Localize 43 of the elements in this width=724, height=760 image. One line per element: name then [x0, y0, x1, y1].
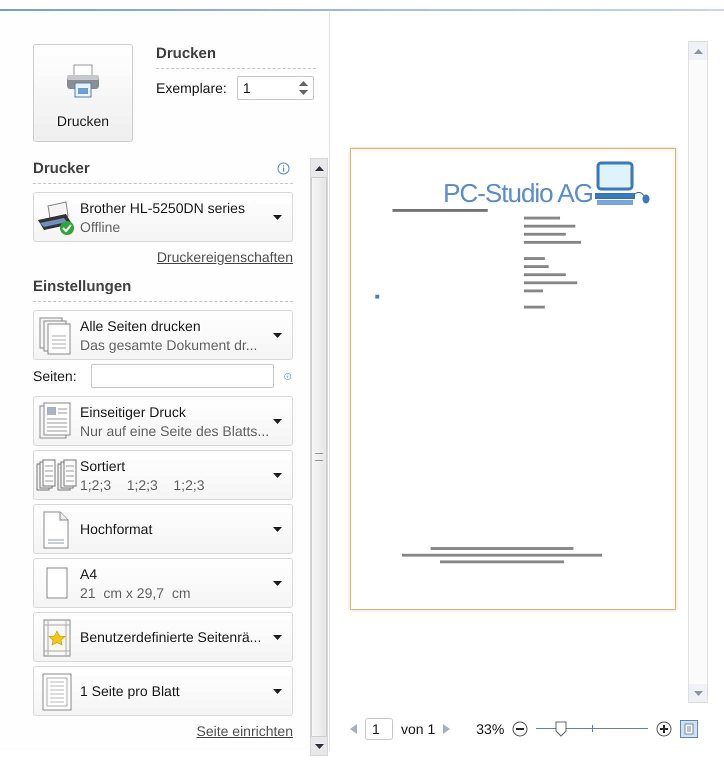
- caret-icon: [273, 526, 282, 532]
- settings-dropdown[interactable]: A4 21 cm x 29,7 cm: [33, 558, 293, 608]
- caret-icon: [273, 418, 282, 424]
- slider-thumb[interactable]: [555, 721, 568, 737]
- settings-dropdown[interactable]: Alle Seiten drucken Das gesamte Dokument dr...: [33, 310, 293, 360]
- zoom-slider[interactable]: [536, 721, 648, 737]
- print-button[interactable]: Drucken: [33, 44, 133, 142]
- settings-dropdown[interactable]: 1 Seite pro Blatt: [33, 666, 293, 716]
- caret-icon: [273, 688, 282, 694]
- pages-label: Seiten:: [33, 368, 77, 384]
- section-heading: Einstellungen: [33, 278, 293, 302]
- spinner-arrows-icon[interactable]: [298, 79, 308, 97]
- printer-icon: [65, 63, 101, 99]
- caret-icon: [273, 214, 282, 220]
- copies-label: Exemplare:: [156, 80, 227, 96]
- zoom-out-icon[interactable]: [512, 721, 528, 737]
- settings-dropdown[interactable]: Einseitiger Druck Nur auf eine Seite des Blatts...: [33, 396, 293, 446]
- section-heading: Drucker: [33, 160, 90, 177]
- scroll-up-icon[interactable]: [314, 166, 324, 170]
- page-count: von 1: [401, 721, 436, 737]
- caret-icon: [273, 472, 282, 478]
- section-heading: Drucken: [156, 44, 316, 69]
- settings-dropdown[interactable]: Benutzerdefinierte Seitenrä...: [33, 612, 293, 662]
- next-page-icon[interactable]: [443, 724, 450, 734]
- printer-properties-link[interactable]: Druckereigenschaften: [156, 249, 293, 265]
- zoom-level: 33%: [476, 721, 504, 737]
- copies-field[interactable]: 1: [236, 76, 314, 100]
- settings-dropdown[interactable]: Sortiert 1;2;3 1;2;3 1;2;3: [33, 450, 293, 500]
- zoom-in-icon[interactable]: [656, 721, 672, 737]
- scrollbar[interactable]: [310, 158, 328, 756]
- caret-icon: [273, 580, 282, 586]
- caret-icon: [273, 634, 282, 640]
- page-setup-link[interactable]: Seite einrichten: [196, 723, 293, 739]
- previous-page-icon[interactable]: [350, 724, 357, 734]
- scroll-down-icon[interactable]: [314, 744, 324, 748]
- settings-dropdown[interactable]: Hochformat: [33, 504, 293, 554]
- caret-icon: [273, 332, 282, 338]
- page-number-field[interactable]: 1: [365, 718, 393, 740]
- printer-dropdown[interactable]: Brother HL-5250DN series Offline: [33, 192, 293, 242]
- info-icon[interactable]: [277, 162, 290, 175]
- fit-page-icon[interactable]: [680, 720, 698, 738]
- logo-text: PC-Studio AG: [443, 179, 593, 207]
- pages-field[interactable]: [90, 364, 274, 388]
